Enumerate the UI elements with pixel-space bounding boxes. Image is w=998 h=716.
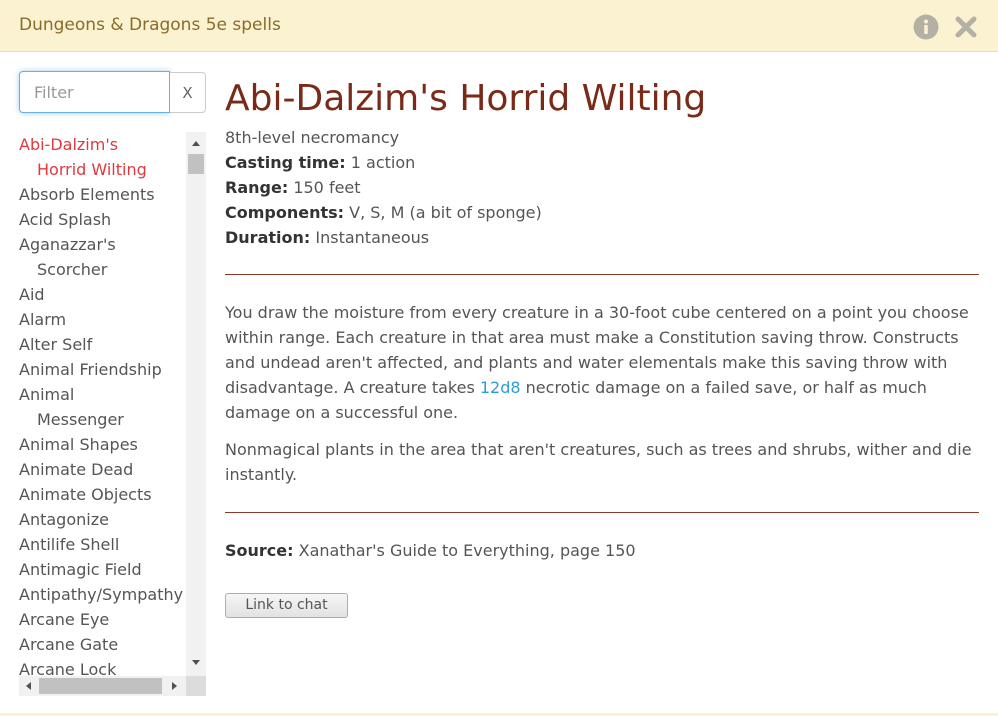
source-row: Source: Xanathar's Guide to Everything, … [225,538,979,563]
filter-input[interactable] [19,71,170,113]
divider [225,274,979,275]
casting-time-value: 1 action [350,153,416,172]
components-value: V, S, M (a bit of sponge) [349,203,542,222]
spell-list: Abi-Dalzim's Horrid Wilting Absorb Element… [19,132,186,676]
duration-label: Duration: [225,228,311,247]
window-title: Dungeons & Dragons 5e spells [19,15,281,35]
spell-title: Abi-Dalzim's Horrid Wilting [225,78,707,119]
spell-list-item[interactable]: Antipathy/Sympathy [19,582,186,607]
source-label: Source: [225,541,294,560]
info-icon[interactable] [913,14,939,40]
scroll-right-arrow-icon[interactable] [172,682,177,690]
range-row: Range: 150 feet [225,175,979,200]
spell-list-item[interactable]: Alter Self [19,332,186,357]
source-value: Xanathar's Guide to Everything, page 150 [298,541,636,560]
spell-list-item[interactable]: Antagonize [19,507,186,532]
spell-list-item[interactable]: Antimagic Field [19,557,186,582]
scrollbar-corner [186,676,206,696]
spell-list-item[interactable]: Animal Messenger [19,382,186,432]
clear-filter-button[interactable]: X [170,72,206,113]
link-to-chat-button[interactable]: Link to chat [225,593,348,618]
spell-list-item[interactable]: Antilife Shell [19,532,186,557]
divider [225,512,979,513]
spell-list-item[interactable]: Animal Shapes [19,432,186,457]
spell-list-vertical-scrollbar[interactable] [186,132,206,676]
components-row: Components: V, S, M (a bit of sponge) [225,200,979,225]
title-bar: Dungeons & Dragons 5e spells [0,0,998,52]
vertical-scroll-thumb[interactable] [188,154,204,174]
spell-list-item[interactable]: Absorb Elements [19,182,186,207]
spell-list-item[interactable]: Abi-Dalzim's Horrid Wilting [19,132,186,182]
horizontal-scroll-thumb[interactable] [39,678,162,694]
range-label: Range: [225,178,289,197]
spell-list-item[interactable]: Arcane Gate [19,632,186,657]
spell-list-horizontal-scrollbar[interactable] [19,676,186,696]
spell-list-item[interactable]: Animal Friendship [19,357,186,382]
spell-list-item[interactable]: Alarm [19,307,186,332]
components-label: Components: [225,203,345,222]
duration-row: Duration: Instantaneous [225,225,979,250]
range-value: 150 feet [293,178,361,197]
spell-list-item[interactable]: Animate Objects [19,482,186,507]
close-icon[interactable] [953,14,979,40]
duration-value: Instantaneous [315,228,430,247]
spell-list-item[interactable]: Aid [19,282,186,307]
spell-list-item[interactable]: Animate Dead [19,457,186,482]
description-paragraph: Nonmagical plants in the area that aren'… [225,440,972,484]
spell-level-school: 8th-level necromancy [225,128,400,147]
scroll-left-arrow-icon[interactable] [26,682,31,690]
casting-time-label: Casting time: [225,153,346,172]
spell-list-item[interactable]: Acid Splash [19,207,186,232]
spell-description: You draw the moisture from every creatur… [225,300,979,487]
spell-list-item[interactable]: Arcane Eye [19,607,186,632]
casting-time-row: Casting time: 1 action [225,150,979,175]
spell-detail: Abi-Dalzim's Horrid Wilting 8th-level ne… [225,77,979,618]
description-paragraph: You draw the moisture from every creatur… [225,300,979,425]
scroll-down-arrow-icon[interactable] [192,660,200,665]
spell-meta: 8th-level necromancy Casting time: 1 act… [225,125,979,250]
dice-roll-link[interactable]: 12d8 [480,378,521,397]
spell-list-item[interactable]: Aganazzar's Scorcher [19,232,186,282]
scroll-up-arrow-icon[interactable] [192,141,200,146]
spell-list-item[interactable]: Arcane Lock [19,657,186,676]
